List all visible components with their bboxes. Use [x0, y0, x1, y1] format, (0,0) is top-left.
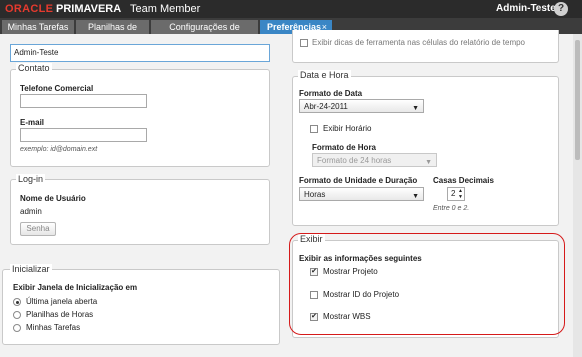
- login-legend: Log-in: [16, 174, 46, 184]
- startup-legend: Inicializar: [10, 264, 52, 274]
- chevron-down-icon: ▼: [412, 193, 419, 200]
- tab-timesheets[interactable]: Planilhas de Horas: [76, 20, 149, 46]
- startup-label: Exibir Janela de Inicialização em: [13, 283, 138, 292]
- chevron-down-icon: ▼: [412, 105, 419, 112]
- date-format-select[interactable]: Abr-24-2011 ▼: [299, 99, 424, 113]
- email-hint: exemplo: id@domain.ext: [20, 146, 98, 153]
- startup-radio-last-window[interactable]: [13, 298, 21, 306]
- decimals-label: Casas Decimais: [433, 176, 494, 185]
- password-button[interactable]: Senha: [20, 222, 56, 236]
- startup-option-label: Última janela aberta: [26, 297, 98, 306]
- decimals-stepper[interactable]: 2 ▲ ▼: [447, 187, 465, 201]
- contact-legend: Contato: [16, 63, 52, 73]
- show-time-label: Exibir Horário: [323, 124, 372, 133]
- stepper-arrows-icon[interactable]: ▲ ▼: [458, 188, 463, 200]
- phone-input[interactable]: [20, 94, 147, 108]
- email-label: E-mail: [20, 118, 45, 127]
- unit-format-label: Formato de Unidade e Duração: [299, 176, 418, 185]
- name-field[interactable]: Admin-Teste: [10, 44, 270, 62]
- username-label: Nome de Usuário: [20, 194, 86, 203]
- time-format-select[interactable]: Formato de 24 horas ▼: [312, 153, 437, 167]
- unit-format-select[interactable]: Horas ▼: [299, 187, 424, 201]
- chevron-down-icon: ▼: [425, 159, 432, 166]
- tab-app-settings[interactable]: Configurações de Aplicativo: [151, 20, 258, 46]
- product-name: Team Member: [130, 3, 201, 15]
- phone-label: Telefone Comercial: [20, 84, 94, 93]
- email-input[interactable]: [20, 128, 147, 142]
- tab-my-tasks[interactable]: Minhas Tarefas: [2, 20, 74, 34]
- highlight-annotation: [289, 233, 565, 335]
- user-name: Admin-Teste: [496, 3, 556, 14]
- show-time-checkbox[interactable]: [310, 125, 318, 133]
- username-value: admin: [20, 207, 42, 216]
- startup-radio-my-tasks[interactable]: [13, 324, 21, 332]
- date-time-legend: Data e Hora: [298, 70, 351, 80]
- startup-option-label: Planilhas de Horas: [26, 310, 94, 319]
- tooltip-option-label: Exibir dicas de ferramenta nas células d…: [312, 38, 525, 47]
- startup-panel: [2, 269, 280, 345]
- primavera-logo: PRIMAVERA: [56, 3, 122, 15]
- startup-radio-timesheets[interactable]: [13, 311, 21, 319]
- oracle-logo: ORACLE: [5, 3, 54, 15]
- date-format-label: Formato de Data: [299, 89, 363, 98]
- time-format-label: Formato de Hora: [312, 143, 377, 152]
- top-bar: ORACLE PRIMAVERA Team Member Admin-Teste…: [0, 0, 582, 18]
- scrollbar-thumb[interactable]: [575, 40, 580, 160]
- decimals-hint: Entre 0 e 2.: [433, 205, 470, 212]
- tooltip-checkbox[interactable]: [300, 39, 308, 47]
- startup-option-label: Minhas Tarefas: [26, 323, 81, 332]
- help-icon[interactable]: ?: [554, 2, 568, 16]
